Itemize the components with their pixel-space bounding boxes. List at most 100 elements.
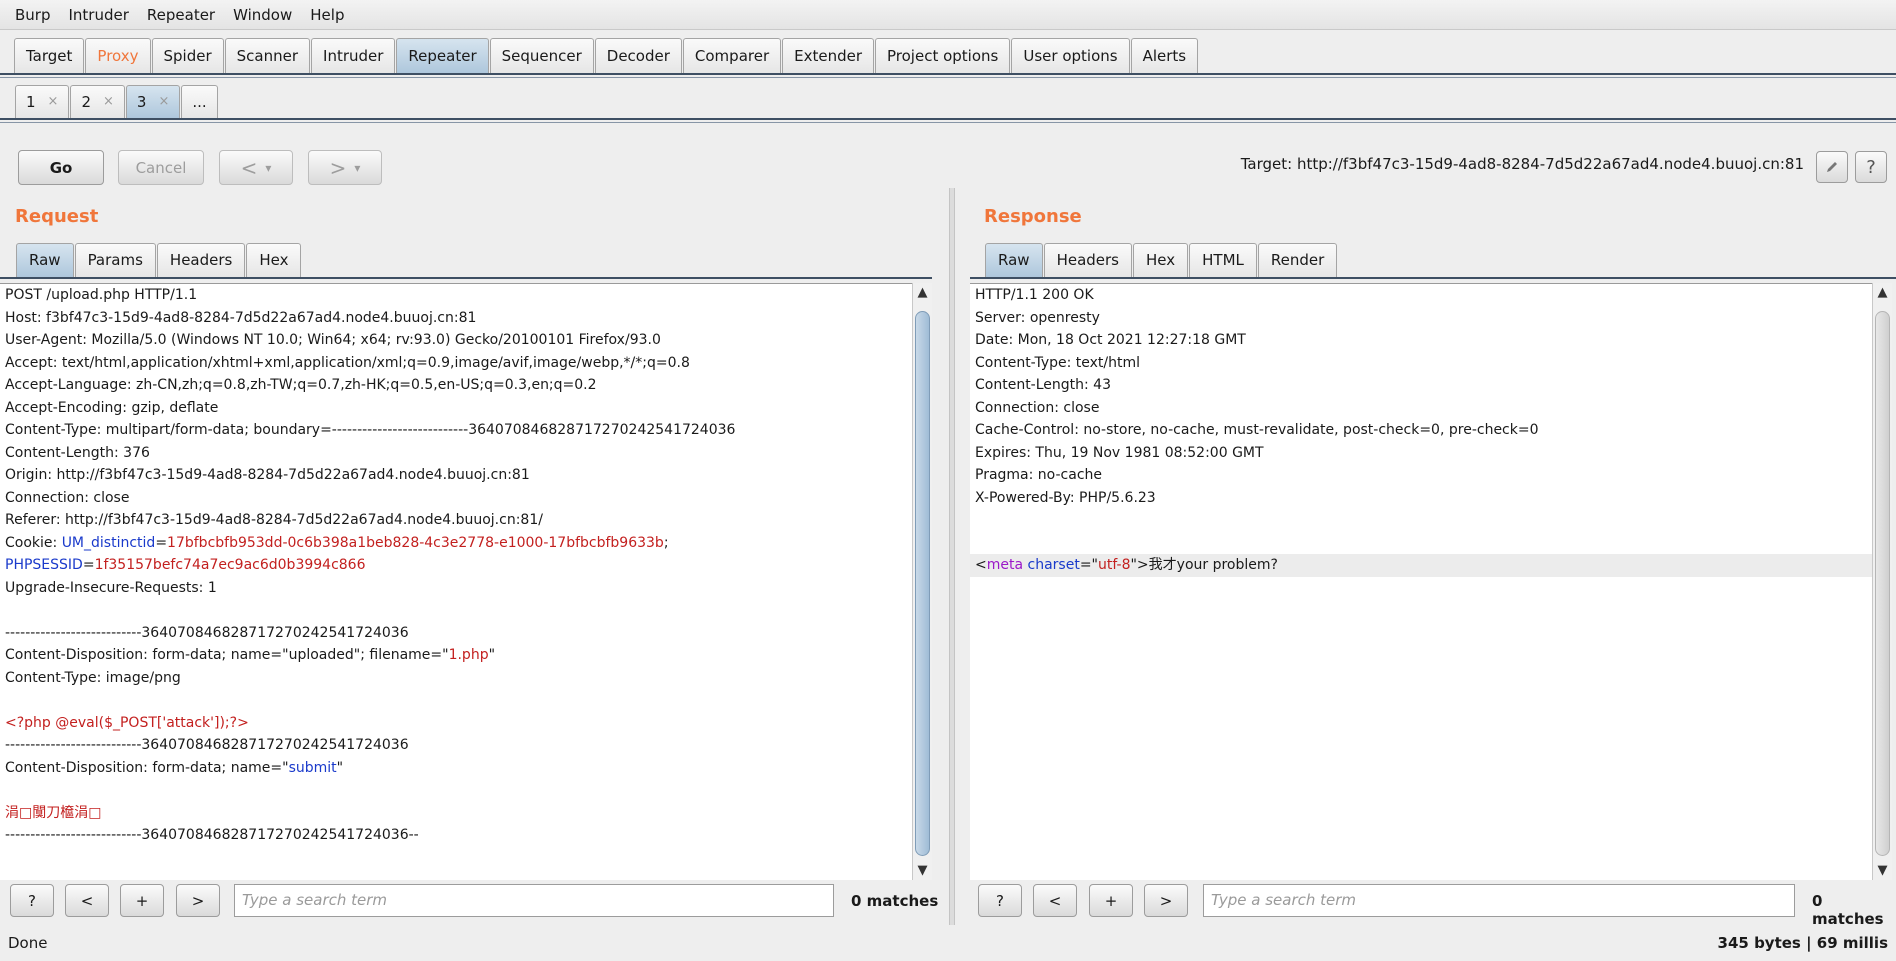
request-tab-raw[interactable]: Raw <box>16 243 74 277</box>
response-tab-headers[interactable]: Headers <box>1043 243 1132 277</box>
request-scrollbar[interactable]: ▲ ▼ <box>912 283 932 880</box>
request-prev-match-button[interactable]: < <box>65 884 109 917</box>
help-button[interactable]: ? <box>1855 151 1887 183</box>
close-icon[interactable]: × <box>103 86 114 118</box>
response-tab-raw[interactable]: Raw <box>985 243 1043 277</box>
scroll-down-icon[interactable]: ▼ <box>913 863 932 878</box>
menu-repeater[interactable]: Repeater <box>138 6 224 24</box>
close-icon[interactable]: × <box>158 86 169 118</box>
request-line: Host: f3bf47c3-15d9-4ad8-8284-7d5d22a67a… <box>5 309 477 326</box>
tab-extender[interactable]: Extender <box>782 38 875 73</box>
response-tab-hex[interactable]: Hex <box>1133 243 1189 277</box>
garbled-line: 涓□闃刀檶涓□ <box>5 804 102 821</box>
tab-project-options[interactable]: Project options <box>875 38 1011 73</box>
body-text: ">我才your problem? <box>1130 557 1278 573</box>
menu-help[interactable]: Help <box>301 6 353 24</box>
response-line: Server: openresty <box>975 309 1100 326</box>
request-line: Connection: close <box>5 489 130 506</box>
response-scrollbar[interactable]: ▲ ▼ <box>1872 283 1892 880</box>
tab-spider[interactable]: Spider <box>151 38 224 73</box>
request-line: POST /upload.php HTTP/1.1 <box>5 287 198 303</box>
main-tab-bar: Target Proxy Spider Scanner Intruder Rep… <box>14 38 1199 73</box>
sub-tab-divider <box>0 118 1896 120</box>
response-tab-render[interactable]: Render <box>1257 243 1338 277</box>
response-prev-match-button[interactable]: < <box>1033 884 1077 917</box>
edit-target-button[interactable] <box>1816 151 1848 183</box>
request-tab-params[interactable]: Params <box>74 243 156 277</box>
request-line: Accept: text/html,application/xhtml+xml,… <box>5 354 690 371</box>
response-line: Content-Length: 43 <box>975 377 1112 393</box>
cookie-value: 1f35157befc74a7ec9ac6d0b3994c866 <box>94 557 366 573</box>
tab-target[interactable]: Target <box>14 38 85 73</box>
scroll-thumb[interactable] <box>915 311 930 856</box>
tab-decoder[interactable]: Decoder <box>594 38 682 73</box>
chevron-down-icon: ▾ <box>265 160 272 175</box>
split-pane-divider[interactable] <box>949 188 955 925</box>
request-line: Content-Type: image/png <box>5 669 181 686</box>
tab-scanner[interactable]: Scanner <box>224 38 311 73</box>
repeater-tab-2[interactable]: 2 × <box>70 85 125 118</box>
scroll-up-icon[interactable]: ▲ <box>1873 285 1892 300</box>
repeater-tab-1[interactable]: 1 × <box>15 85 70 118</box>
tab-comparer[interactable]: Comparer <box>682 38 782 73</box>
body-eq: =" <box>1079 557 1098 573</box>
scroll-up-icon[interactable]: ▲ <box>913 285 932 300</box>
chevron-down-icon: ▾ <box>354 160 361 175</box>
response-add-button[interactable]: + <box>1089 884 1133 917</box>
tab-intruder[interactable]: Intruder <box>311 38 396 73</box>
disposition-line: Content-Disposition: form-data; name="up… <box>0 644 912 667</box>
response-line: Content-Type: text/html <box>975 354 1141 371</box>
repeater-tab-new[interactable]: ... <box>181 85 218 118</box>
html-tag: meta <box>986 557 1024 573</box>
response-help-button[interactable]: ? <box>978 884 1022 917</box>
menu-burp[interactable]: Burp <box>6 6 60 24</box>
response-editor[interactable]: HTTP/1.1 200 OK Server: openresty Date: … <box>970 283 1872 880</box>
response-tab-bar: Raw Headers Hex HTML Render <box>985 243 1338 277</box>
request-tab-hex[interactable]: Hex <box>246 243 302 277</box>
request-add-button[interactable]: + <box>120 884 164 917</box>
request-line: Upgrade-Insecure-Requests: 1 <box>5 579 217 596</box>
response-line: HTTP/1.1 200 OK <box>975 287 1094 303</box>
forward-button[interactable]: > ▾ <box>308 150 382 185</box>
request-title: Request <box>15 206 99 227</box>
repeater-tab-3[interactable]: 3 × <box>125 85 181 118</box>
filename-value: 1.php <box>448 647 489 663</box>
request-line: Accept-Encoding: gzip, deflate <box>5 399 219 416</box>
scroll-down-icon[interactable]: ▼ <box>1873 863 1892 878</box>
menu-window[interactable]: Window <box>224 6 301 24</box>
tab-user-options[interactable]: User options <box>1011 38 1130 73</box>
body-lt: < <box>975 557 987 573</box>
response-next-match-button[interactable]: > <box>1144 884 1188 917</box>
response-line: Cache-Control: no-store, no-cache, must-… <box>975 422 1539 438</box>
tab-sequencer[interactable]: Sequencer <box>489 38 594 73</box>
close-icon[interactable]: × <box>48 86 59 118</box>
request-line: Content-Length: 376 <box>5 444 150 461</box>
back-button[interactable]: < ▾ <box>219 150 293 185</box>
cookie-separator: ; <box>663 534 669 551</box>
request-editor[interactable]: POST /upload.php HTTP/1.1 Host: f3bf47c3… <box>0 283 912 880</box>
response-match-count: 0 matches <box>1812 892 1884 928</box>
response-stats: 345 bytes | 69 millis <box>1717 934 1888 952</box>
request-help-button[interactable]: ? <box>10 884 54 917</box>
response-search-input[interactable]: Type a search term <box>1203 884 1795 917</box>
tab-alerts[interactable]: Alerts <box>1130 38 1199 73</box>
pencil-icon <box>1827 162 1837 172</box>
cancel-button[interactable]: Cancel <box>118 150 204 185</box>
request-search-input[interactable]: Type a search term <box>234 884 834 917</box>
scroll-thumb[interactable] <box>1875 311 1890 856</box>
request-next-match-button[interactable]: > <box>176 884 220 917</box>
disposition-suffix: " <box>336 759 344 776</box>
request-line: Referer: http://f3bf47c3-15d9-4ad8-8284-… <box>5 512 543 528</box>
question-icon: ? <box>1866 156 1876 178</box>
request-match-count: 0 matches <box>851 892 939 910</box>
tab-repeater[interactable]: Repeater <box>396 38 489 73</box>
response-tab-html[interactable]: HTML <box>1189 243 1257 277</box>
go-button[interactable]: Go <box>18 150 104 185</box>
menu-intruder[interactable]: Intruder <box>60 6 138 24</box>
request-tab-headers[interactable]: Headers <box>156 243 246 277</box>
tab-proxy[interactable]: Proxy <box>85 38 151 73</box>
request-line: Content-Type: multipart/form-data; bound… <box>5 422 736 438</box>
